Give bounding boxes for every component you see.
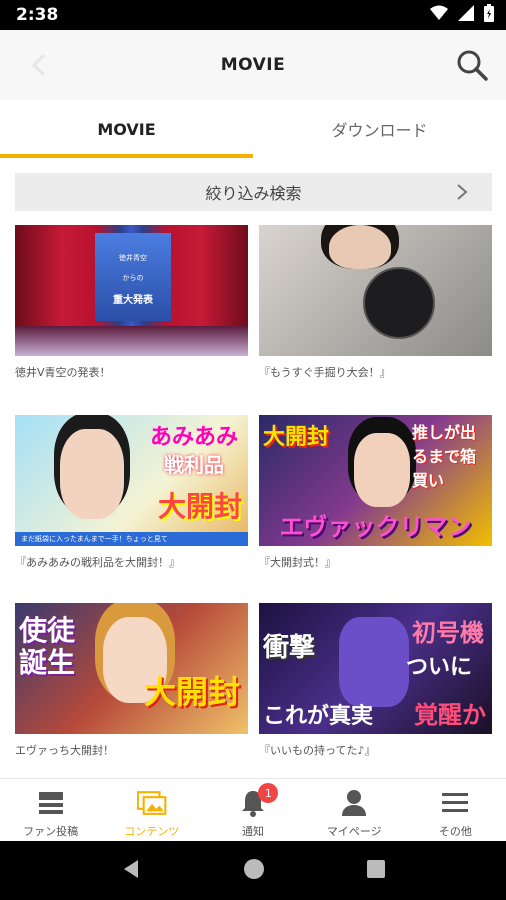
status-time: 2:38	[16, 5, 59, 25]
thumb-text: 推しが出るまで箱買い	[412, 423, 477, 490]
thumb-text: 徳井青空	[119, 254, 147, 262]
video-card[interactable]: 『もうすぐ手掘り大会！』	[259, 225, 492, 380]
wifi-icon	[430, 5, 448, 25]
nav-label: その他	[438, 825, 472, 838]
thumb-text: 大開封	[263, 425, 330, 450]
nav-label: マイページ	[326, 825, 382, 838]
video-thumbnail[interactable]: 大開封 推しが出るまで箱買い エヴァックリマン	[259, 415, 492, 546]
battery-icon	[484, 4, 494, 26]
menu-icon	[440, 789, 470, 817]
bottom-nav: ファン投稿 コンテンツ 1 通知 マイページ その他	[0, 778, 506, 841]
video-thumbnail[interactable]: 徳井青空 からの 重大発表	[15, 225, 248, 356]
search-icon	[457, 50, 488, 81]
video-thumbnail[interactable]	[259, 225, 492, 356]
video-card[interactable]: 大開封 推しが出るまで箱買い エヴァックリマン 『大開封式！』	[259, 415, 492, 570]
thumb-text: エヴァックリマン	[279, 513, 472, 541]
nav-contents[interactable]: コンテンツ	[101, 779, 202, 841]
tab-movie[interactable]: MOVIE	[0, 100, 253, 158]
video-caption: 『もうすぐ手掘り大会！』	[259, 366, 391, 379]
nav-label: ファン投稿	[23, 825, 79, 838]
system-home-button[interactable]	[243, 858, 265, 884]
video-card[interactable]: 徳井青空 からの 重大発表 徳井V青空の発表！	[15, 225, 248, 380]
video-card[interactable]: あみあみ 戦利品 大開封 まだ紙袋に入ったまんまで一手！ちょっと見て 『あみあみ…	[15, 415, 248, 570]
system-recents-button[interactable]	[366, 859, 386, 883]
video-caption: 徳井V青空の発表！	[15, 366, 111, 379]
notification-badge: 1	[258, 783, 279, 803]
person-icon	[339, 789, 369, 817]
list-icon	[36, 789, 66, 817]
search-button[interactable]	[454, 47, 490, 83]
filter-search-button[interactable]: 絞り込み検索	[15, 173, 492, 211]
thumb-text: 覚醒か	[414, 701, 486, 729]
nav-my-page[interactable]: マイページ	[304, 779, 405, 841]
system-back-button[interactable]	[120, 858, 142, 884]
nav-label: 通知	[242, 825, 264, 838]
thumb-text: からの	[122, 274, 144, 282]
square-recents-icon	[366, 859, 385, 878]
video-caption: 『あみあみの戦利品を大開封！』	[15, 556, 180, 569]
triangle-back-icon	[124, 859, 139, 878]
video-thumbnail[interactable]: 衝撃 初号機 ついに これが真実 覚醒か	[259, 603, 492, 734]
chevron-right-icon	[457, 184, 468, 200]
status-bar: 2:38	[0, 0, 506, 30]
tab-bar: MOVIE ダウンロード	[0, 100, 506, 158]
thumb-text: あみあみ	[149, 425, 238, 450]
thumb-text: 大開封	[157, 490, 242, 523]
video-caption: 『大開封式！』	[259, 556, 336, 569]
thumb-text: 戦利品	[164, 453, 224, 477]
video-card[interactable]: 使徒誕生 大開封 エヴァっち大開封！	[15, 603, 248, 758]
video-thumbnail[interactable]: あみあみ 戦利品 大開封 まだ紙袋に入ったまんまで一手！ちょっと見て	[15, 415, 248, 546]
thumb-text: 使徒誕生	[19, 614, 76, 679]
back-arrow-icon	[31, 53, 46, 77]
thumb-text: まだ紙袋に入ったまんまで一手！ちょっと見て	[15, 532, 248, 546]
video-thumbnail[interactable]: 使徒誕生 大開封	[15, 603, 248, 734]
thumb-text: 初号機	[412, 619, 484, 647]
system-nav-bar	[0, 841, 506, 900]
thumb-text: ついに	[405, 655, 472, 680]
thumb-text: これが真実	[263, 704, 374, 729]
back-button[interactable]	[26, 52, 52, 78]
video-card[interactable]: 衝撃 初号機 ついに これが真実 覚醒か 『いいもの持ってた♪』	[259, 603, 492, 758]
filter-label: 絞り込み検索	[205, 184, 302, 203]
nav-fan-posts[interactable]: ファン投稿	[0, 779, 101, 841]
thumb-text: 衝撃	[263, 633, 316, 663]
photo-library-icon	[136, 789, 167, 817]
nav-label: コンテンツ	[124, 825, 180, 838]
nav-notifications[interactable]: 1 通知	[202, 779, 303, 841]
circle-home-icon	[243, 858, 264, 879]
nav-other[interactable]: その他	[405, 779, 506, 841]
page-title: MOVIE	[220, 55, 286, 75]
status-icons	[430, 4, 494, 26]
tab-download[interactable]: ダウンロード	[253, 100, 506, 158]
thumb-text: 重大発表	[113, 295, 153, 306]
thumb-text: 大開封	[143, 673, 240, 711]
signal-icon	[458, 5, 474, 25]
video-caption: エヴァっち大開封！	[15, 744, 114, 757]
app-bar: MOVIE	[0, 30, 506, 100]
video-caption: 『いいもの持ってた♪』	[259, 744, 376, 757]
